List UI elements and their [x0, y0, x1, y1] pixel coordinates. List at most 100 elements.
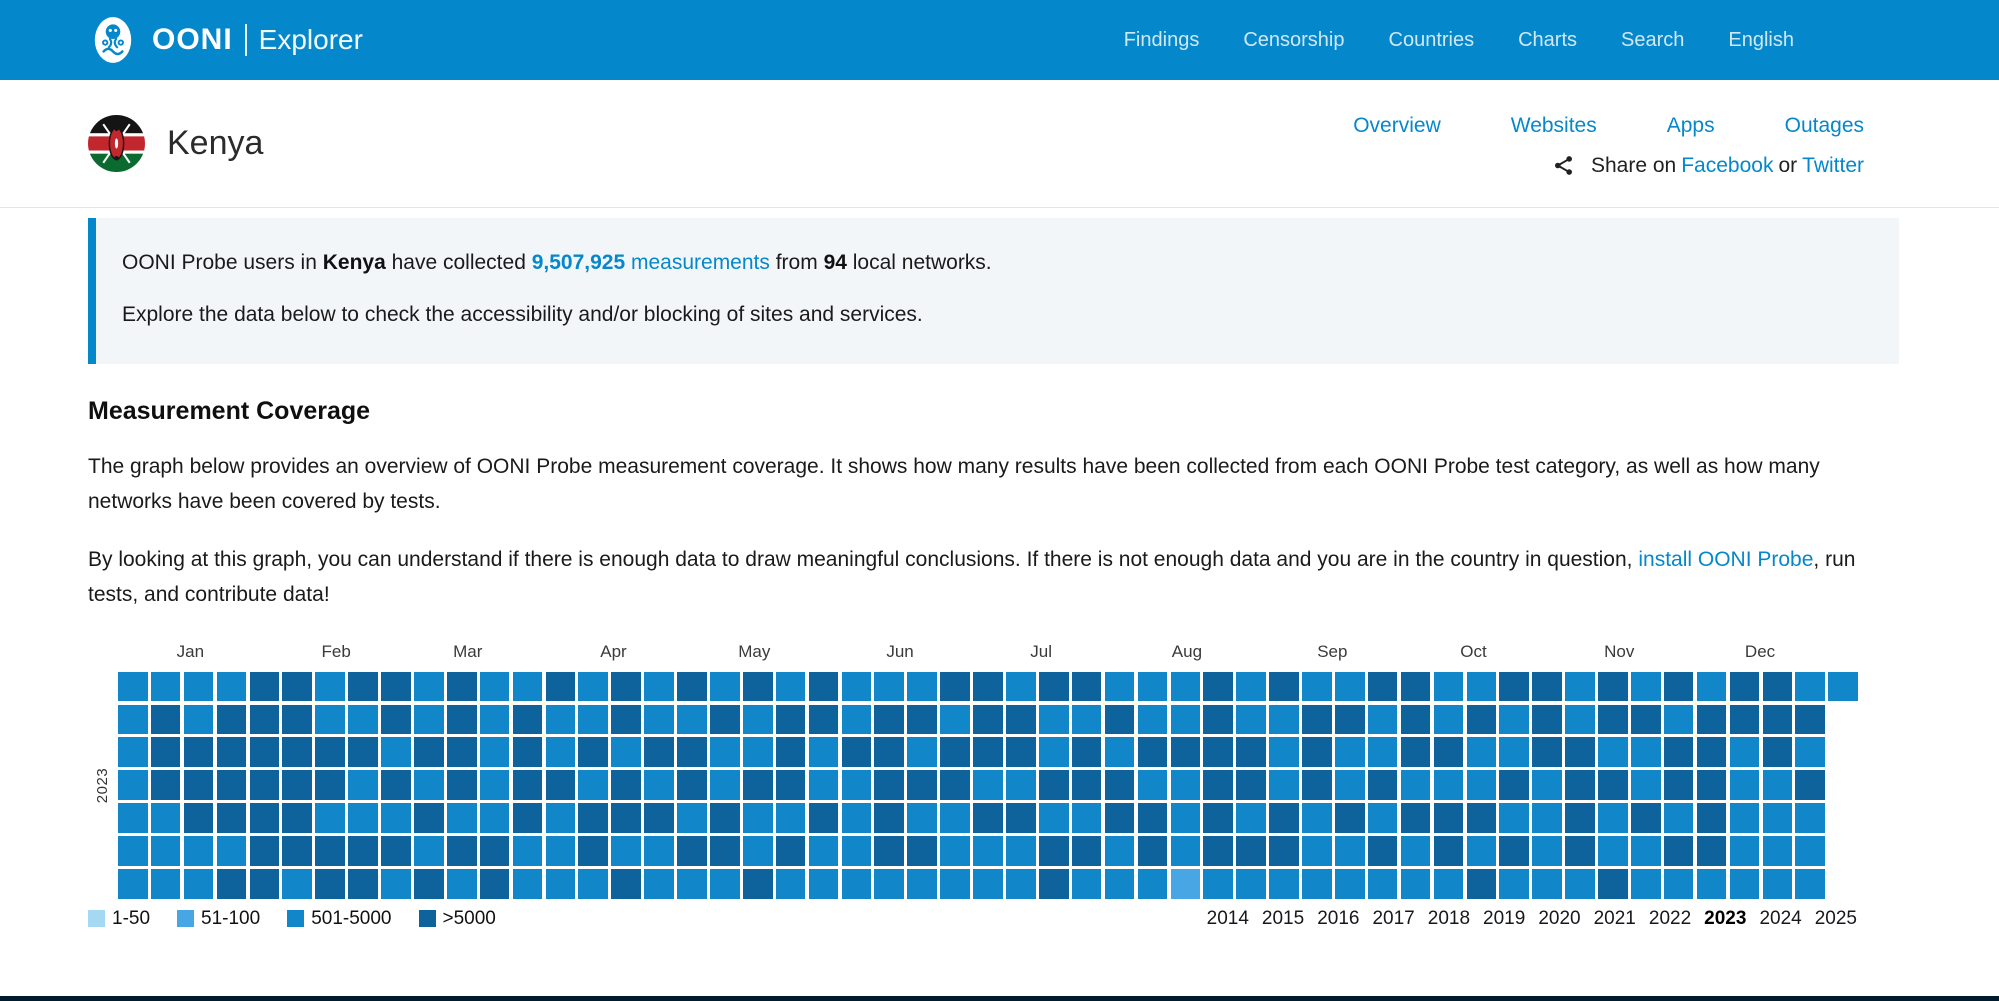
heatmap-cell[interactable] [1072, 869, 1102, 899]
heatmap-cell[interactable] [1795, 770, 1825, 800]
heatmap-cell[interactable] [447, 869, 477, 899]
heatmap-cell[interactable] [1532, 836, 1562, 866]
heatmap-cell[interactable] [381, 869, 411, 899]
heatmap-cell[interactable] [282, 770, 312, 800]
heatmap-cell[interactable] [1171, 672, 1201, 702]
heatmap-cell[interactable] [1598, 869, 1628, 899]
heatmap-cell[interactable] [546, 869, 576, 899]
heatmap-cell[interactable] [282, 672, 312, 702]
heatmap-cell[interactable] [1138, 836, 1168, 866]
heatmap-cell[interactable] [414, 705, 444, 735]
heatmap-cell[interactable] [677, 869, 707, 899]
heatmap-cell[interactable] [940, 737, 970, 767]
heatmap-cell[interactable] [118, 672, 148, 702]
heatmap-cell[interactable] [1171, 803, 1201, 833]
heatmap-cell[interactable] [546, 836, 576, 866]
heatmap-cell[interactable] [1828, 672, 1858, 702]
heatmap-cell[interactable] [1171, 705, 1201, 735]
heatmap-cell[interactable] [1269, 737, 1299, 767]
heatmap-cell[interactable] [1105, 803, 1135, 833]
heatmap-cell[interactable] [282, 803, 312, 833]
ooni-explorer-brand[interactable]: OONI Explorer [88, 14, 363, 66]
nav-item-findings[interactable]: Findings [1124, 29, 1200, 52]
heatmap-cell[interactable] [1105, 705, 1135, 735]
heatmap-cell[interactable] [184, 705, 214, 735]
heatmap-cell[interactable] [1335, 836, 1365, 866]
heatmap-cell[interactable] [381, 705, 411, 735]
heatmap-cell[interactable] [1532, 672, 1562, 702]
heatmap-cell[interactable] [1269, 770, 1299, 800]
heatmap-cell[interactable] [1072, 705, 1102, 735]
heatmap-cell[interactable] [1401, 803, 1431, 833]
heatmap-cell[interactable] [381, 803, 411, 833]
heatmap-cell[interactable] [644, 836, 674, 866]
heatmap-cell[interactable] [1138, 869, 1168, 899]
heatmap-cell[interactable] [381, 737, 411, 767]
heatmap-cell[interactable] [1368, 869, 1398, 899]
heatmap-cell[interactable] [1763, 770, 1793, 800]
heatmap-cell[interactable] [1499, 705, 1529, 735]
heatmap-cell[interactable] [217, 869, 247, 899]
heatmap-cell[interactable] [1072, 803, 1102, 833]
heatmap-cell[interactable] [1795, 836, 1825, 866]
heatmap-cell[interactable] [1072, 836, 1102, 866]
heatmap-cell[interactable] [315, 705, 345, 735]
heatmap-cell[interactable] [973, 705, 1003, 735]
heatmap-cell[interactable] [1401, 836, 1431, 866]
heatmap-cell[interactable] [973, 737, 1003, 767]
heatmap-cell[interactable] [1236, 770, 1266, 800]
heatmap-cell[interactable] [1236, 672, 1266, 702]
heatmap-cell[interactable] [1697, 803, 1727, 833]
heatmap-cell[interactable] [611, 705, 641, 735]
heatmap-cell[interactable] [1664, 803, 1694, 833]
heatmap-cell[interactable] [546, 770, 576, 800]
heatmap-cell[interactable] [414, 770, 444, 800]
heatmap-cell[interactable] [776, 672, 806, 702]
heatmap-cell[interactable] [842, 869, 872, 899]
heatmap-cell[interactable] [743, 705, 773, 735]
heatmap-cell[interactable] [1763, 705, 1793, 735]
heatmap-cell[interactable] [1368, 770, 1398, 800]
heatmap-cell[interactable] [414, 672, 444, 702]
heatmap-cell[interactable] [809, 836, 839, 866]
heatmap-cell[interactable] [348, 737, 378, 767]
heatmap-cell[interactable] [1335, 705, 1365, 735]
heatmap-cell[interactable] [1730, 737, 1760, 767]
heatmap-cell[interactable] [217, 705, 247, 735]
heatmap-cell[interactable] [940, 836, 970, 866]
heatmap-cell[interactable] [414, 737, 444, 767]
heatmap-cell[interactable] [743, 770, 773, 800]
heatmap-cell[interactable] [118, 770, 148, 800]
heatmap-cell[interactable] [1795, 672, 1825, 702]
heatmap-cell[interactable] [1697, 737, 1727, 767]
heatmap-cell[interactable] [184, 836, 214, 866]
install-ooni-probe-link[interactable]: install OONI Probe [1638, 548, 1813, 571]
year-link-2015[interactable]: 2015 [1262, 908, 1304, 930]
heatmap-cell[interactable] [1664, 770, 1694, 800]
heatmap-cell[interactable] [1302, 869, 1332, 899]
heatmap-cell[interactable] [874, 705, 904, 735]
heatmap-cell[interactable] [1565, 672, 1595, 702]
heatmap-cell[interactable] [546, 705, 576, 735]
heatmap-cell[interactable] [1532, 869, 1562, 899]
heatmap-cell[interactable] [1532, 737, 1562, 767]
heatmap-cell[interactable] [1763, 869, 1793, 899]
heatmap-cell[interactable] [1203, 869, 1233, 899]
heatmap-cell[interactable] [1072, 770, 1102, 800]
heatmap-cell[interactable] [1763, 836, 1793, 866]
heatmap-cell[interactable] [578, 770, 608, 800]
heatmap-cell[interactable] [447, 737, 477, 767]
heatmap-cell[interactable] [217, 672, 247, 702]
share-facebook-link[interactable]: Facebook [1681, 154, 1773, 178]
heatmap-cell[interactable] [809, 869, 839, 899]
heatmap-cell[interactable] [1664, 869, 1694, 899]
heatmap-cell[interactable] [1368, 737, 1398, 767]
heatmap-cell[interactable] [1598, 836, 1628, 866]
heatmap-cell[interactable] [710, 836, 740, 866]
heatmap-cell[interactable] [348, 869, 378, 899]
heatmap-cell[interactable] [1697, 705, 1727, 735]
heatmap-cell[interactable] [776, 705, 806, 735]
heatmap-cell[interactable] [1269, 803, 1299, 833]
heatmap-cell[interactable] [842, 672, 872, 702]
heatmap-cell[interactable] [1236, 836, 1266, 866]
